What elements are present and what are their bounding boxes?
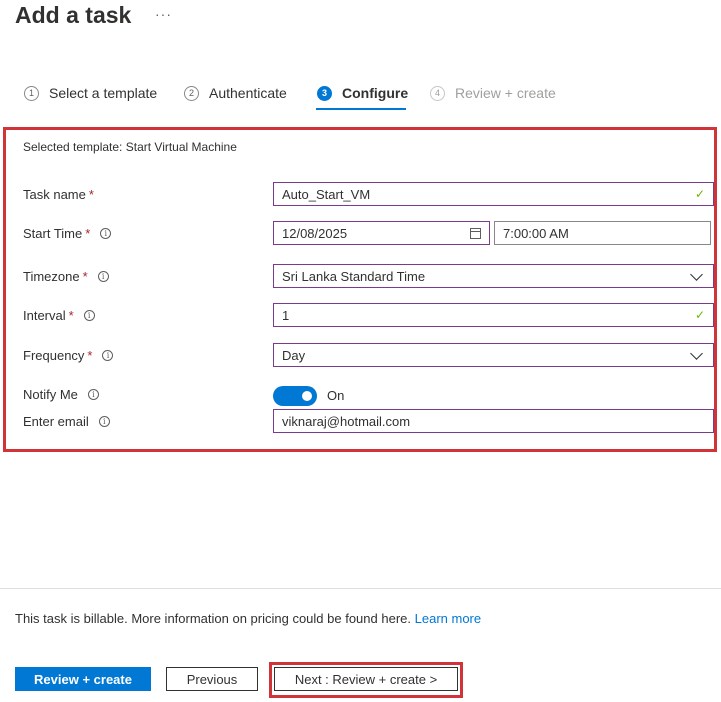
next-button[interactable]: Next : Review + create > [274, 667, 458, 691]
required-marker: * [82, 269, 88, 284]
required-marker: * [87, 348, 93, 363]
selected-template-text: Selected template: Start Virtual Machine [23, 140, 237, 154]
info-icon[interactable]: i [100, 228, 112, 239]
interval-input[interactable]: 1 ✓ [273, 303, 714, 327]
label-text: Task name [23, 187, 86, 202]
active-step-indicator [316, 108, 406, 110]
toggle-knob [302, 391, 312, 401]
start-date-input[interactable]: 12/08/2025 [273, 221, 490, 245]
start-time-label: Start Time * i [23, 226, 112, 241]
step-select-template[interactable]: 1 Select a template [24, 83, 157, 103]
calendar-icon[interactable] [470, 227, 481, 239]
step-review-create[interactable]: 4 Review + create [430, 83, 556, 103]
input-value: 7:00:00 AM [503, 225, 569, 241]
input-value: viknaraj@hotmail.com [282, 413, 411, 429]
frequency-label: Frequency * i [23, 348, 114, 363]
label-text: Timezone [23, 269, 80, 284]
label-text: Interval [23, 308, 66, 323]
configure-highlight-box [3, 127, 717, 452]
step-label: Configure [342, 85, 409, 101]
review-create-button[interactable]: Review + create [15, 667, 151, 691]
step-configure[interactable]: 3 Configure [317, 83, 408, 103]
input-value: 1 [282, 307, 290, 323]
label-text: Start Time [23, 226, 83, 241]
required-marker: * [88, 187, 94, 202]
page-title: Add a task [15, 2, 132, 28]
learn-more-link[interactable]: Learn more [415, 611, 481, 626]
frequency-dropdown[interactable]: Day [273, 343, 714, 367]
check-icon: ✓ [694, 308, 705, 322]
task-name-input[interactable]: Auto_Start_VM ✓ [273, 182, 714, 206]
interval-label: Interval * i [23, 308, 95, 323]
timezone-dropdown[interactable]: Sri Lanka Standard Time [273, 264, 714, 288]
required-marker: * [85, 226, 91, 241]
label-text: Enter email [23, 414, 89, 429]
check-icon: ✓ [694, 187, 705, 201]
footer-divider [0, 588, 721, 589]
input-value: 12/08/2025 [282, 225, 348, 241]
input-value: Auto_Start_VM [282, 186, 371, 202]
label-text: Notify Me [23, 387, 78, 402]
email-field[interactable]: viknaraj@hotmail.com [273, 409, 714, 433]
step-number: 1 [24, 85, 39, 101]
task-name-label: Task name * [23, 187, 94, 202]
email-label: Enter email i [23, 414, 110, 429]
info-icon[interactable]: i [102, 350, 114, 361]
step-label: Select a template [49, 85, 158, 101]
notify-me-toggle[interactable] [273, 386, 317, 406]
chevron-down-icon [690, 346, 703, 360]
previous-button[interactable]: Previous [166, 667, 258, 691]
step-number: 2 [184, 85, 199, 101]
billing-notice: This task is billable. More information … [15, 611, 481, 626]
info-icon[interactable]: i [83, 310, 95, 321]
selected-value: Sri Lanka Standard Time [282, 268, 426, 284]
selected-value: Day [282, 347, 306, 363]
label-text: Frequency [23, 348, 85, 363]
timezone-label: Timezone * i [23, 269, 109, 284]
billing-text: This task is billable. More information … [15, 611, 411, 626]
step-label: Review + create [455, 85, 556, 101]
info-icon[interactable]: i [97, 271, 109, 282]
chevron-down-icon [690, 267, 703, 281]
step-authenticate[interactable]: 2 Authenticate [184, 83, 287, 103]
info-icon[interactable]: i [87, 389, 99, 400]
more-options-button[interactable]: ··· [155, 6, 172, 22]
notify-me-label: Notify Me i [23, 387, 99, 402]
step-label: Authenticate [209, 85, 287, 101]
step-number: 3 [317, 85, 332, 101]
required-marker: * [68, 308, 74, 323]
start-time-input[interactable]: 7:00:00 AM [494, 221, 711, 245]
toggle-state-label: On [327, 388, 345, 403]
info-icon[interactable]: i [98, 416, 110, 427]
step-number: 4 [430, 85, 445, 101]
